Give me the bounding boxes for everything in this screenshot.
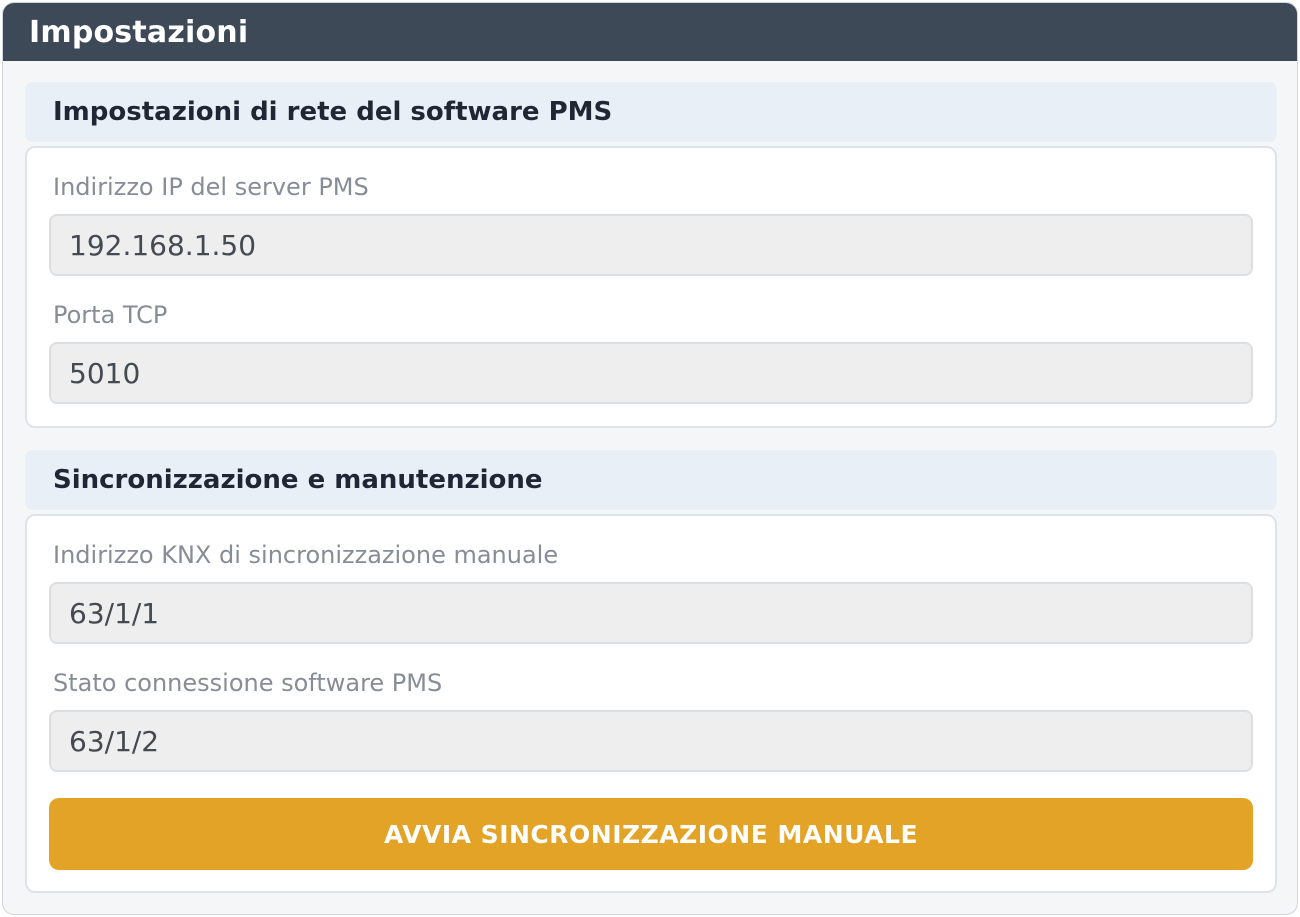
- sync-maintenance-card: Indirizzo KNX di sincronizzazione manual…: [25, 514, 1277, 893]
- network-section-title: Impostazioni di rete del software PMS: [53, 97, 613, 127]
- settings-window: Impostazioni Impostazioni di rete del so…: [2, 2, 1298, 915]
- knx-sync-address-label: Indirizzo KNX di sincronizzazione manual…: [53, 541, 559, 569]
- pms-connection-status-input[interactable]: 63/1/2: [49, 710, 1253, 772]
- sync-section-header: Sincronizzazione e manutenzione: [25, 450, 1277, 510]
- title-bar: Impostazioni: [3, 3, 1297, 61]
- network-section-header: Impostazioni di rete del software PMS: [25, 82, 1277, 142]
- start-manual-sync-button[interactable]: AVVIA SINCRONIZZAZIONE MANUALE: [49, 798, 1253, 870]
- tcp-port-label: Porta TCP: [53, 301, 168, 329]
- tcp-port-input[interactable]: 5010: [49, 342, 1253, 404]
- window-title: Impostazioni: [29, 14, 249, 50]
- sync-section-title: Sincronizzazione e manutenzione: [53, 465, 543, 495]
- pms-server-ip-label: Indirizzo IP del server PMS: [53, 173, 369, 201]
- pms-connection-status-label: Stato connessione software PMS: [53, 669, 443, 697]
- knx-sync-address-input[interactable]: 63/1/1: [49, 582, 1253, 644]
- pms-server-ip-input[interactable]: 192.168.1.50: [49, 214, 1253, 276]
- network-settings-card: Indirizzo IP del server PMS 192.168.1.50…: [25, 146, 1277, 428]
